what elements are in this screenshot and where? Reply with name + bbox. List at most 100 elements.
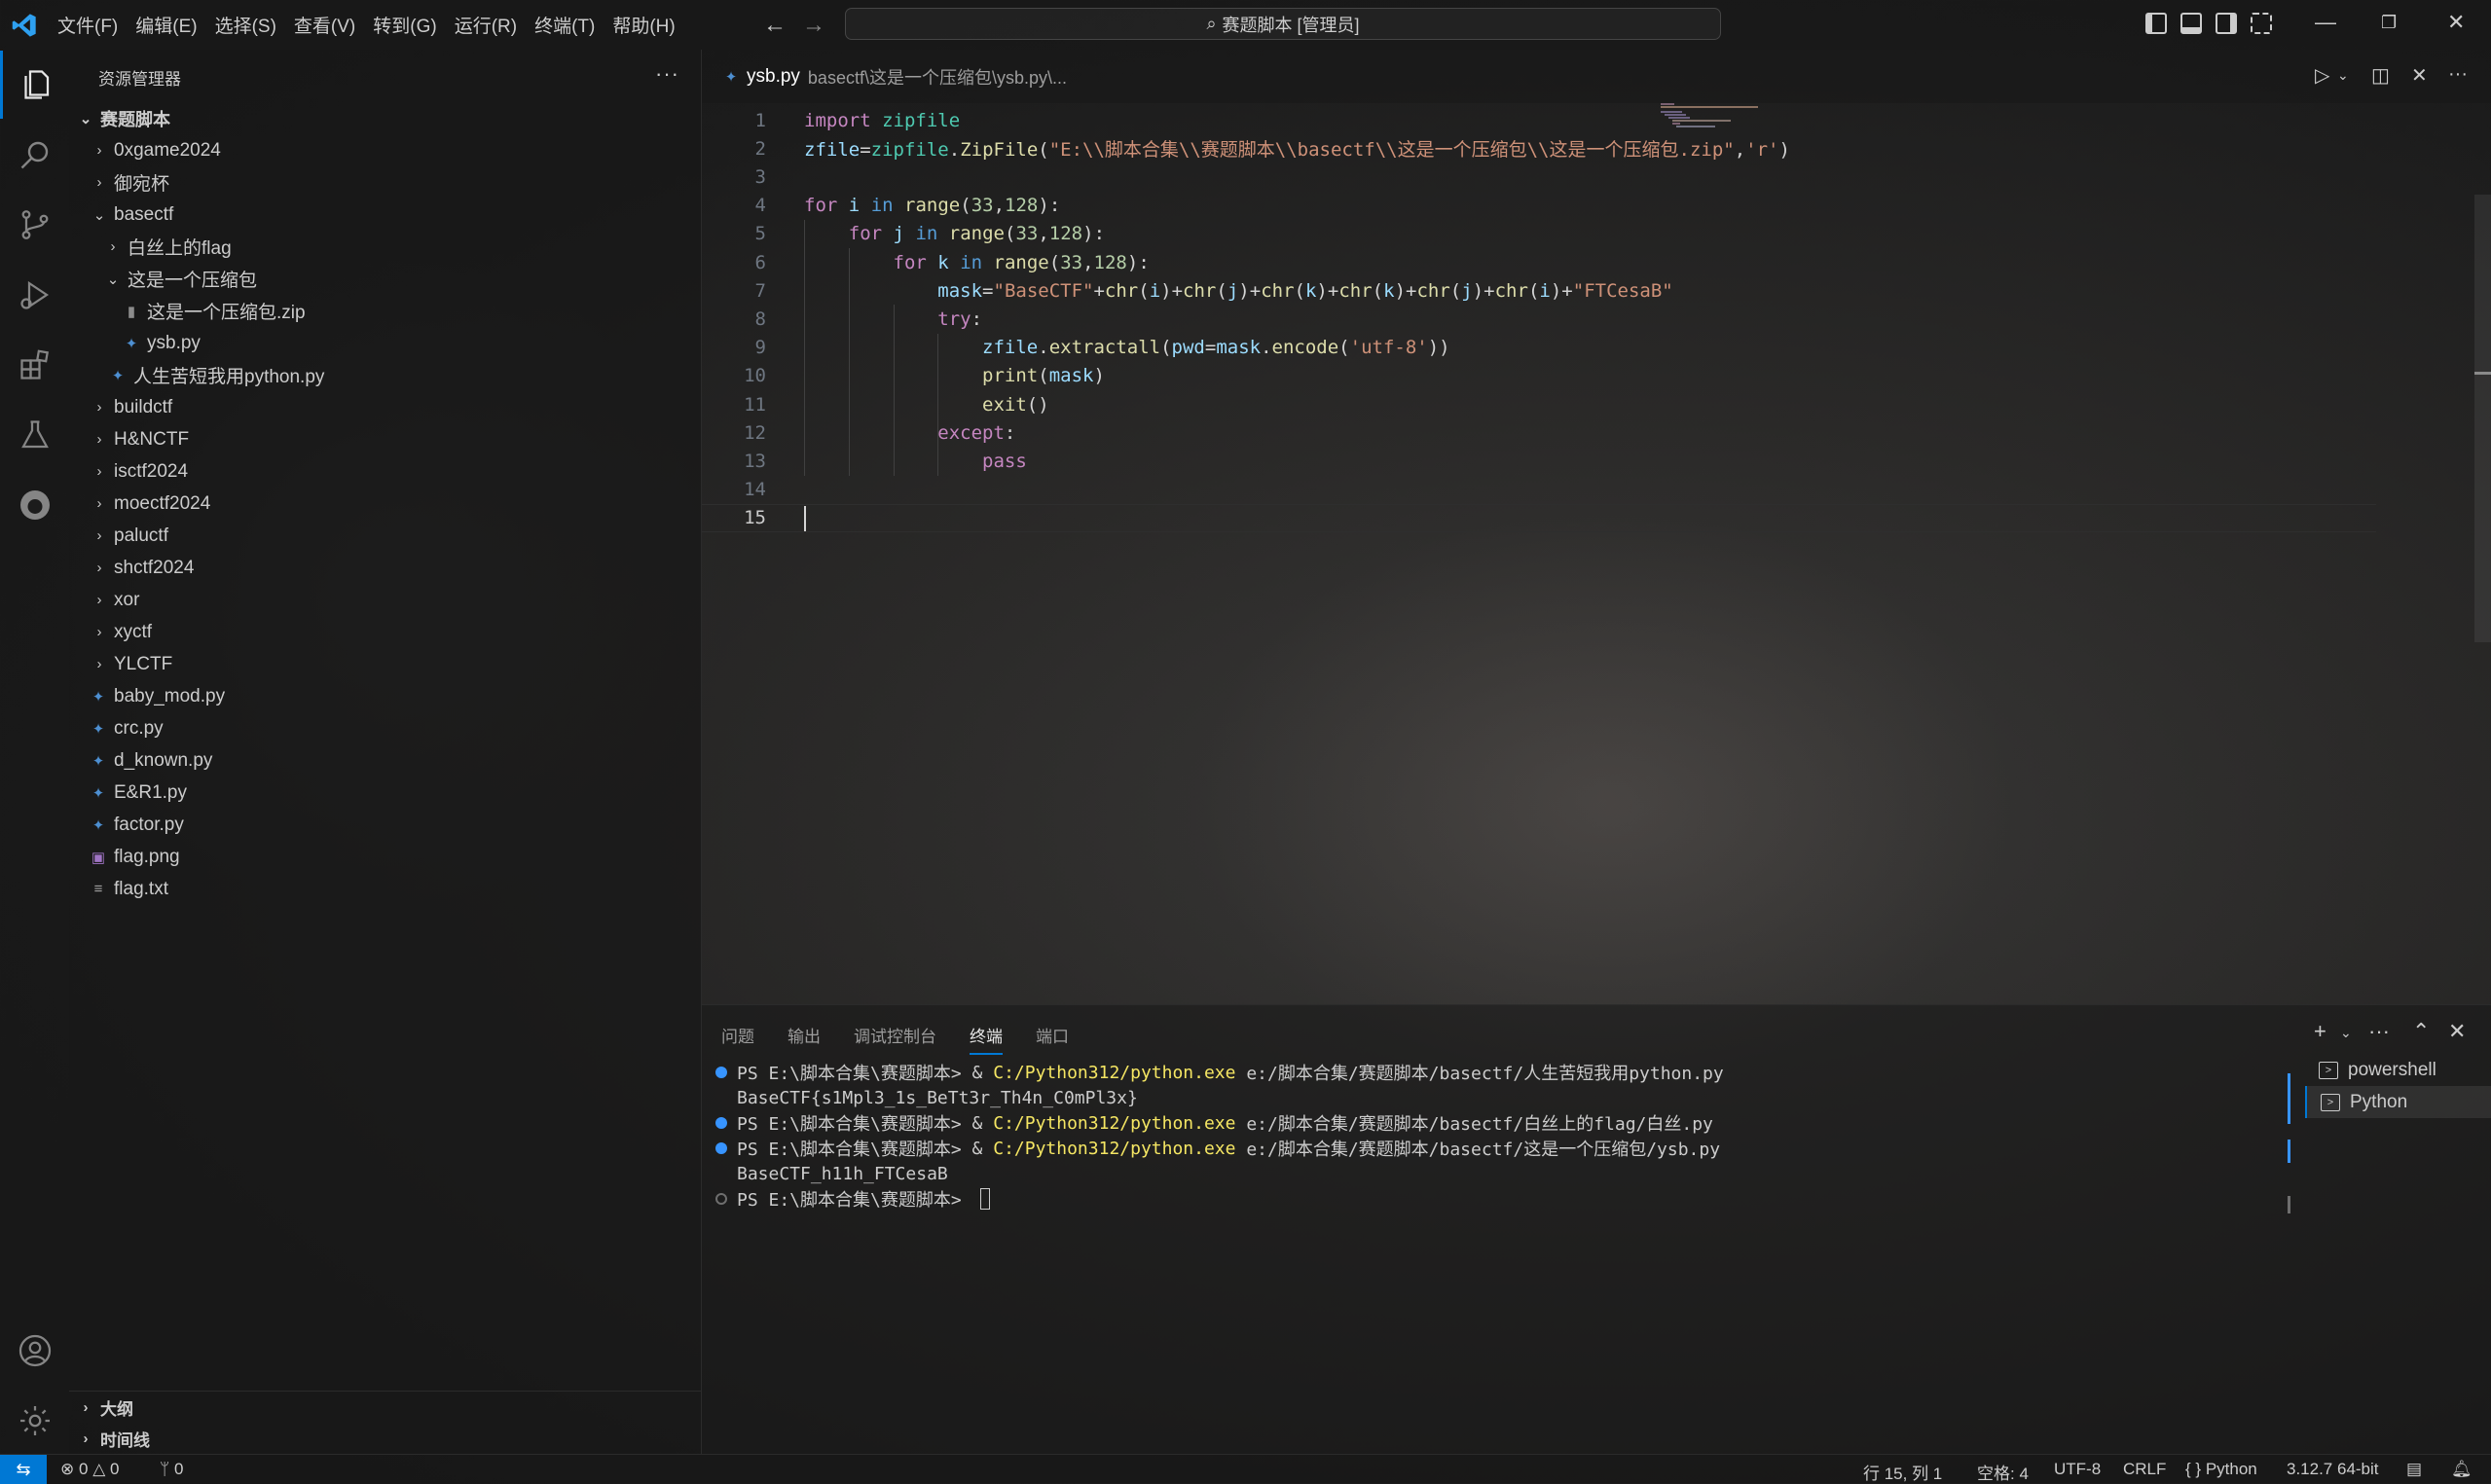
folder-item[interactable]: › paluctf xyxy=(69,520,701,552)
copilot-icon[interactable]: ▤ xyxy=(2406,1460,2422,1479)
close-window-icon[interactable]: ✕ xyxy=(2447,10,2465,35)
restore-icon[interactable]: ❐ xyxy=(2381,13,2397,33)
testing-flask-icon[interactable] xyxy=(0,401,69,469)
code-line[interactable]: 11 exit() xyxy=(702,390,2376,418)
timeline-section[interactable]: › 时间线 xyxy=(69,1423,701,1455)
indentation[interactable]: 空格: 4 xyxy=(1977,1460,2029,1484)
run-debug-icon[interactable] xyxy=(0,261,69,329)
folder-item[interactable]: › xyctf xyxy=(69,616,701,648)
file-item[interactable]: ≡ flag.txt xyxy=(69,873,701,905)
terminal-item-python[interactable]: > Python xyxy=(2305,1086,2491,1118)
vscode-logo-icon[interactable] xyxy=(11,12,38,39)
folder-item[interactable]: › moectf2024 xyxy=(69,488,701,520)
folder-item[interactable]: › buildctf xyxy=(69,391,701,423)
file-item[interactable]: ✦ ysb.py xyxy=(69,327,701,359)
tab-ports[interactable]: 端口 xyxy=(1036,1023,1069,1055)
account-icon[interactable] xyxy=(0,1317,69,1385)
code-line[interactable]: 8 try: xyxy=(702,305,2376,333)
menu-go[interactable]: 转到(G) xyxy=(364,12,445,38)
code-line[interactable]: 6 for k in range(33,128): xyxy=(702,248,2376,276)
run-dropdown-icon[interactable]: ⌄ xyxy=(2337,67,2349,84)
menu-view[interactable]: 查看(V) xyxy=(285,12,364,38)
code-line[interactable]: 12 except: xyxy=(702,418,2376,447)
run-python-file-icon[interactable]: ▷ xyxy=(2315,63,2329,88)
notifications-bell-icon[interactable]: 🔔︎ xyxy=(2451,1460,2473,1479)
folder-item[interactable]: › 0xgame2024 xyxy=(69,134,701,166)
folder-item[interactable]: › 御宛杯 xyxy=(69,166,701,199)
folder-item[interactable]: › xor xyxy=(69,584,701,616)
tab-terminal[interactable]: 终端 xyxy=(970,1023,1003,1055)
folder-item[interactable]: › YLCTF xyxy=(69,648,701,680)
toggle-primary-sidebar-icon[interactable] xyxy=(2145,13,2167,34)
encoding[interactable]: UTF-8 xyxy=(2054,1460,2101,1479)
end-of-line[interactable]: CRLF xyxy=(2123,1460,2166,1479)
ports-status[interactable]: ᛘ 0 xyxy=(160,1460,183,1479)
menu-help[interactable]: 帮助(H) xyxy=(604,12,683,38)
file-item[interactable]: ▮ 这是一个压缩包.zip xyxy=(69,295,701,327)
command-success-dot-icon[interactable] xyxy=(715,1117,727,1129)
folder-item[interactable]: ⌄ 这是一个压缩包 xyxy=(69,263,701,295)
github-icon[interactable] xyxy=(0,471,69,539)
tab-debug-console[interactable]: 调试控制台 xyxy=(854,1023,936,1055)
extensions-icon[interactable] xyxy=(0,331,69,399)
terminal-item-powershell[interactable]: > powershell xyxy=(2305,1054,2491,1086)
file-item[interactable]: ✦ 人生苦短我用python.py xyxy=(69,359,701,391)
menu-edit[interactable]: 编辑(E) xyxy=(127,12,205,38)
folder-item[interactable]: › 白丝上的flag xyxy=(69,231,701,263)
new-terminal-plus-icon[interactable]: + xyxy=(2314,1019,2326,1044)
close-panel-icon[interactable]: ✕ xyxy=(2448,1019,2466,1044)
search-icon[interactable] xyxy=(0,121,69,189)
forward-arrow-icon[interactable]: → xyxy=(802,12,825,39)
file-item[interactable]: ✦ d_known.py xyxy=(69,744,701,777)
command-pending-dot-icon[interactable] xyxy=(715,1193,727,1205)
back-arrow-icon[interactable]: ← xyxy=(763,12,787,39)
menu-run[interactable]: 运行(R) xyxy=(446,12,526,38)
folder-item[interactable]: ⌄ basectf xyxy=(69,199,701,231)
code-line[interactable]: 4 for i in range(33,128): xyxy=(702,192,2376,220)
code-line[interactable]: 2 zfile=zipfile.ZipFile("E:\\脚本合集\\赛题脚本\\… xyxy=(702,134,2376,163)
problems-status[interactable]: ⊗ 0 △ 0 xyxy=(60,1460,119,1479)
tab-ysb-py[interactable]: ✦ ysb.py basectf\这是一个压缩包\ysb.py\... xyxy=(702,50,1088,103)
explorer-icon[interactable] xyxy=(0,51,69,119)
file-item[interactable]: ✦ factor.py xyxy=(69,809,701,841)
code-line[interactable]: 15 xyxy=(702,503,2376,532)
code-line[interactable]: 13 pass xyxy=(702,447,2376,475)
command-success-dot-icon[interactable] xyxy=(715,1142,727,1154)
source-control-icon[interactable] xyxy=(0,191,69,259)
file-item[interactable]: ✦ baby_mod.py xyxy=(69,680,701,712)
menu-file[interactable]: 文件(F) xyxy=(49,12,127,38)
minimap[interactable] xyxy=(1661,103,1777,132)
cursor-position[interactable]: 行 15, 列 1 xyxy=(1863,1460,1942,1484)
file-item[interactable]: ✦ crc.py xyxy=(69,712,701,744)
workspace-root[interactable]: ⌄ 赛题脚本 xyxy=(69,102,701,134)
code-line[interactable]: 5 for j in range(33,128): xyxy=(702,220,2376,248)
file-item[interactable]: ▣ flag.png xyxy=(69,841,701,873)
code-line[interactable]: 1 import zipfile xyxy=(702,106,2376,134)
terminal-dropdown-icon[interactable]: ⌄ xyxy=(2340,1025,2352,1041)
remote-indicator-icon[interactable]: ⇆ xyxy=(0,1455,47,1484)
more-actions-icon[interactable]: ··· xyxy=(655,61,679,87)
close-tab-icon[interactable]: ✕ xyxy=(2411,63,2428,88)
file-item[interactable]: ✦ E&R1.py xyxy=(69,777,701,809)
customize-layout-icon[interactable] xyxy=(2251,13,2272,34)
editor-more-actions-icon[interactable]: ··· xyxy=(2448,63,2468,86)
tab-output[interactable]: 输出 xyxy=(788,1023,821,1055)
code-line[interactable]: 7 mask="BaseCTF"+chr(i)+chr(j)+chr(k)+ch… xyxy=(702,276,2376,305)
split-editor-icon[interactable]: ◫ xyxy=(2371,63,2390,88)
python-interpreter[interactable]: 3.12.7 64-bit xyxy=(2287,1460,2379,1479)
minimize-icon[interactable]: — xyxy=(2315,10,2336,35)
code-editor[interactable]: 1 import zipfile 2 zfile=zipfile.ZipFile("E… xyxy=(702,103,2491,1004)
menu-terminal[interactable]: 终端(T) xyxy=(526,12,604,38)
panel-more-actions-icon[interactable]: ··· xyxy=(2368,1019,2390,1044)
code-line[interactable]: 9 zfile.extractall(pwd=mask.encode('utf-… xyxy=(702,334,2376,362)
settings-gear-icon[interactable] xyxy=(0,1387,69,1455)
code-line[interactable]: 3 xyxy=(702,163,2376,191)
folder-item[interactable]: › shctf2024 xyxy=(69,552,701,584)
toggle-secondary-sidebar-icon[interactable] xyxy=(2216,13,2237,34)
command-success-dot-icon[interactable] xyxy=(715,1067,727,1078)
maximize-panel-icon[interactable]: ⌃ xyxy=(2412,1019,2430,1044)
outline-section[interactable]: › 大纲 xyxy=(69,1391,701,1424)
folder-item[interactable]: › H&NCTF xyxy=(69,423,701,455)
command-center-search[interactable]: ⌕ 赛题脚本 [管理员] xyxy=(845,8,1721,40)
menu-selection[interactable]: 选择(S) xyxy=(206,12,285,38)
